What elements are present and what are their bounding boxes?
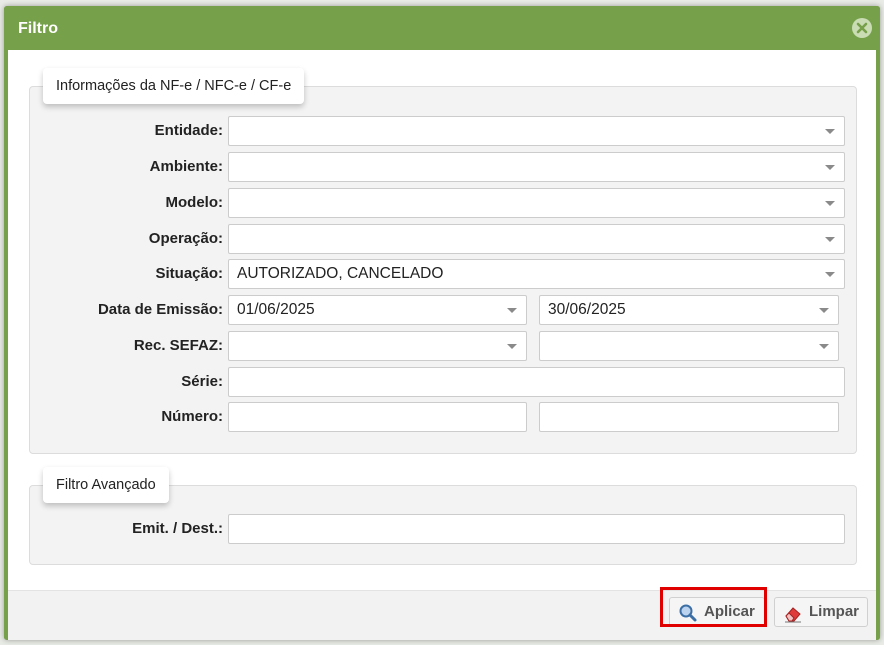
clear-button[interactable]: Limpar <box>774 597 868 627</box>
emit-dest-input[interactable] <box>228 514 845 544</box>
entidade-select[interactable] <box>228 116 845 146</box>
modelo-label: Modelo: <box>165 194 224 211</box>
rec-sefaz-end-select[interactable] <box>539 331 839 361</box>
chevron-down-icon <box>825 201 835 206</box>
serie-input[interactable] <box>228 367 845 397</box>
situacao-select[interactable]: AUTORIZADO, CANCELADO <box>228 259 845 289</box>
data-emissao-end-value: 30/06/2025 <box>548 301 626 318</box>
nfe-info-legend: Informações da NF-e / NFC-e / CF-e <box>43 68 305 104</box>
data-emissao-start-select[interactable]: 01/06/2025 <box>228 295 527 325</box>
dialog-footer: Aplicar Limpar <box>8 590 876 640</box>
ambiente-label: Ambiente: <box>149 158 223 175</box>
chevron-down-icon <box>507 344 517 349</box>
data-emissao-end-select[interactable]: 30/06/2025 <box>539 295 839 325</box>
eraser-icon <box>785 607 801 623</box>
operacao-select[interactable] <box>228 224 845 254</box>
chevron-down-icon <box>825 237 835 242</box>
numero-start-input[interactable] <box>228 402 527 432</box>
apply-button[interactable]: Aplicar <box>669 597 765 627</box>
chevron-down-icon <box>507 308 517 313</box>
serie-label: Série: <box>181 373 223 390</box>
chevron-down-icon <box>825 129 835 134</box>
chevron-down-icon <box>819 344 829 349</box>
rec-sefaz-label: Rec. SEFAZ: <box>133 337 223 354</box>
chevron-down-icon <box>825 272 835 277</box>
data-emissao-label: Data de Emissão: <box>97 301 223 318</box>
rec-sefaz-start-select[interactable] <box>228 331 527 361</box>
clear-button-label: Limpar <box>809 603 860 620</box>
chevron-down-icon <box>825 165 835 170</box>
numero-label: Número: <box>161 408 223 425</box>
entidade-label: Entidade: <box>154 122 223 139</box>
dialog-titlebar: Filtro <box>4 6 880 50</box>
advanced-filter-legend: Filtro Avançado <box>43 467 169 503</box>
apply-button-label: Aplicar <box>704 603 755 620</box>
numero-end-input[interactable] <box>539 402 839 432</box>
data-emissao-start-value: 01/06/2025 <box>237 301 315 318</box>
operacao-label: Operação: <box>148 230 223 247</box>
ambiente-select[interactable] <box>228 152 845 182</box>
situacao-label: Situação: <box>155 265 223 282</box>
magnifier-icon <box>679 604 697 622</box>
modelo-select[interactable] <box>228 188 845 218</box>
dialog-title: Filtro <box>18 20 58 37</box>
emit-dest-label: Emit. / Dest.: <box>132 520 223 537</box>
filter-dialog: Filtro Informações da NF-e / NFC-e / CF-… <box>4 6 880 640</box>
close-icon[interactable] <box>852 18 872 38</box>
chevron-down-icon <box>819 308 829 313</box>
situacao-value: AUTORIZADO, CANCELADO <box>237 265 444 282</box>
